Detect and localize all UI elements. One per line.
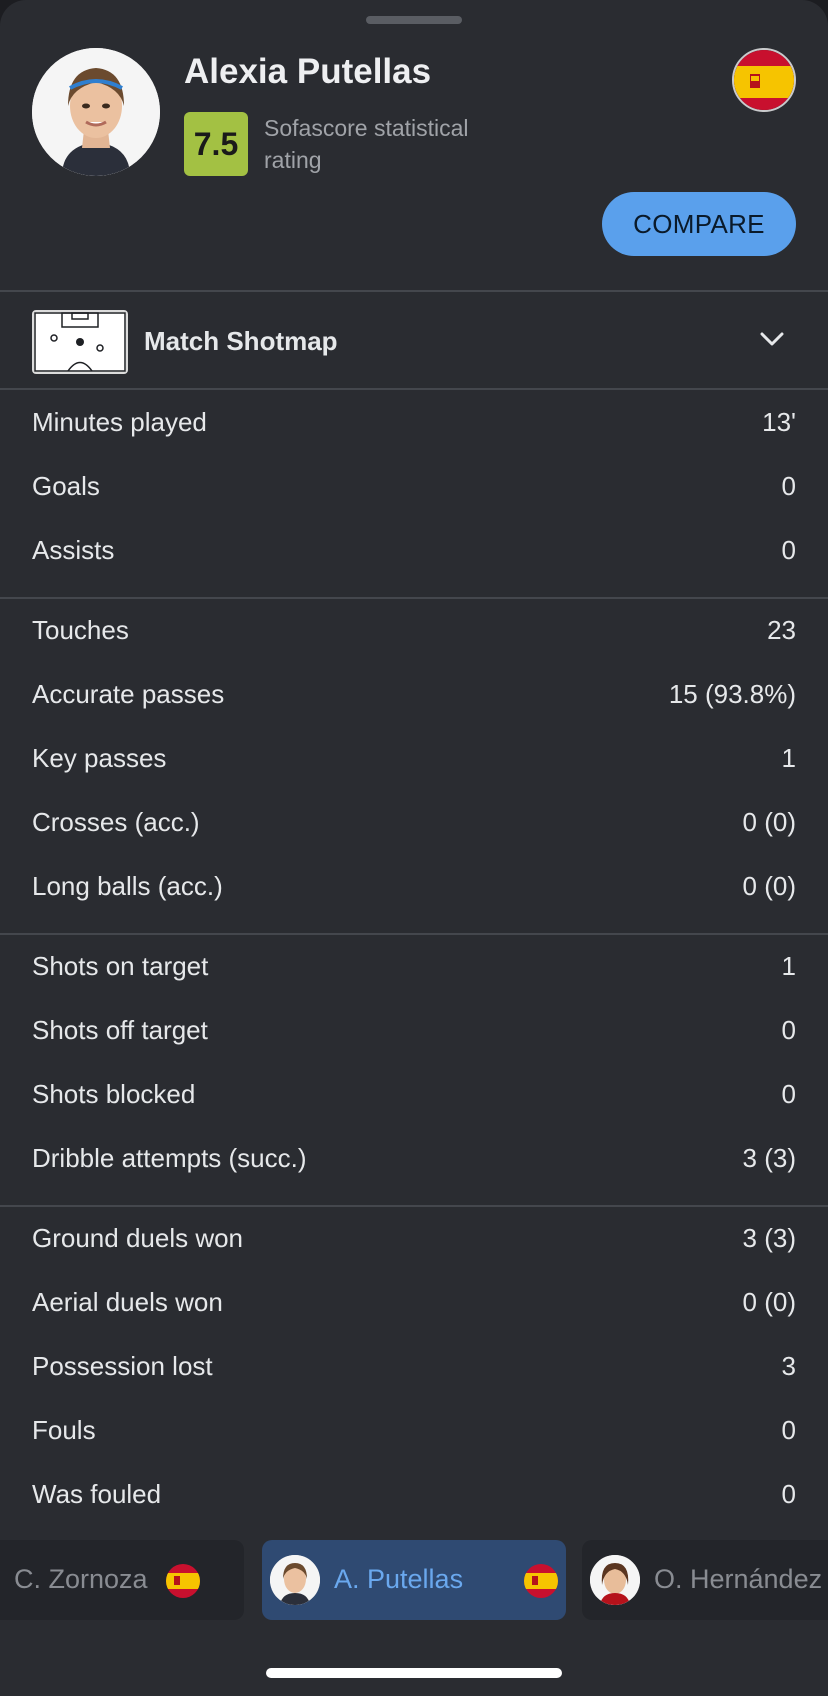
stat-row: Ground duels won 3 (3): [0, 1208, 828, 1272]
stat-value: 0 (0): [742, 807, 796, 837]
stat-row: Possession lost 3: [0, 1336, 828, 1400]
stat-label: Crosses (acc.): [32, 807, 200, 837]
divider: [0, 597, 828, 599]
stat-value: 0: [781, 471, 796, 501]
stat-row: Long balls (acc.) 0 (0): [0, 856, 828, 920]
stat-row: Assists 0: [0, 520, 828, 584]
stat-value: 3 (3): [742, 1223, 796, 1253]
shotmap-title: Match Shotmap: [144, 326, 338, 356]
spain-flag-icon: [166, 1564, 200, 1598]
stat-label: Fouls: [32, 1415, 96, 1445]
stat-row: Minutes played 13': [0, 392, 828, 456]
stat-value: 1: [781, 743, 796, 773]
stat-row: Was fouled 0: [0, 1464, 828, 1528]
stats-list-passing: Touches 23 Accurate passes 15 (93.8%) Ke…: [0, 600, 828, 920]
home-indicator[interactable]: [266, 1668, 562, 1678]
divider: [0, 1205, 828, 1207]
rating-badge: 7.5: [184, 112, 248, 176]
pitch-icon: [32, 310, 128, 374]
divider: [0, 388, 828, 390]
stat-value: 23: [767, 615, 796, 645]
stat-value: 0: [781, 535, 796, 565]
stats-list-duels: Ground duels won 3 (3) Aerial duels won …: [0, 1208, 828, 1528]
stat-value: 0 (0): [742, 871, 796, 901]
stats-list-attack: Shots on target 1 Shots off target 0 Sho…: [0, 936, 828, 1192]
stat-label: Long balls (acc.): [32, 871, 223, 901]
stat-label: Key passes: [32, 743, 167, 773]
stats-group-general: Minutes played 13' Goals 0 Assists 0: [0, 392, 828, 584]
stat-row: Aerial duels won 0 (0): [0, 1272, 828, 1336]
stat-value: 0: [781, 1079, 796, 1109]
rating-label: Sofascore statistical rating: [264, 115, 469, 173]
chevron-down-icon[interactable]: [756, 322, 788, 354]
stats-list: Minutes played 13' Goals 0 Assists 0: [0, 392, 828, 584]
stat-label: Minutes played: [32, 407, 207, 437]
stat-label: Possession lost: [32, 1351, 213, 1381]
player-stats-sheet: Alexia Putellas 7.5 Sofascore statistica…: [0, 0, 828, 1696]
shotmap-toggle[interactable]: Match Shotmap: [0, 292, 828, 388]
divider: [0, 933, 828, 935]
stat-row: Shots off target 0: [0, 1000, 828, 1064]
player-avatar: [590, 1555, 640, 1605]
player-avatar: [270, 1555, 320, 1605]
stat-label: Shots blocked: [32, 1079, 196, 1109]
stat-label: Was fouled: [32, 1479, 162, 1509]
stat-row: Dribble attempts (succ.) 3 (3): [0, 1128, 828, 1192]
stat-label: Ground duels won: [32, 1223, 244, 1253]
stat-value: 0: [781, 1015, 796, 1045]
spain-flag-icon: [524, 1564, 558, 1598]
stat-row: Shots blocked 0: [0, 1064, 828, 1128]
player-photo-icon: [32, 48, 160, 176]
stat-value: 3 (3): [742, 1143, 796, 1173]
player-chip-active[interactable]: A. Putellas: [262, 1540, 566, 1620]
stat-value: 13': [762, 407, 796, 437]
stat-row: Shots on target 1: [0, 936, 828, 1000]
stat-row: Crosses (acc.) 0 (0): [0, 792, 828, 856]
stat-label: Assists: [32, 535, 115, 565]
stat-row: Touches 23: [0, 600, 828, 664]
player-chip[interactable]: O. Hernández: [582, 1540, 828, 1620]
player-carousel[interactable]: C. Zornoza A. Putellas O. Hernández: [0, 1536, 828, 1622]
player-header: Alexia Putellas 7.5 Sofascore statistica…: [0, 0, 828, 290]
stat-row: Goals 0: [0, 456, 828, 520]
stat-label: Aerial duels won: [32, 1287, 223, 1317]
player-name: Alexia Putellas: [184, 52, 432, 91]
stat-row: Key passes 1: [0, 728, 828, 792]
stat-value: 0 (0): [742, 1287, 796, 1317]
stat-value: 1: [781, 951, 796, 981]
stat-value: 15 (93.8%): [668, 679, 796, 709]
stat-row: Fouls 0: [0, 1400, 828, 1464]
stat-label: Goals: [32, 471, 100, 501]
compare-button[interactable]: COMPARE: [602, 192, 796, 256]
stat-value: 3: [781, 1351, 796, 1381]
stat-label: Touches: [32, 615, 129, 645]
stat-value: 0: [781, 1479, 796, 1509]
player-chip-name: C. Zornoza: [14, 1564, 148, 1594]
stat-row: Accurate passes 15 (93.8%): [0, 664, 828, 728]
stat-label: Shots off target: [32, 1015, 208, 1045]
stat-label: Accurate passes: [32, 679, 225, 709]
stat-value: 0: [781, 1415, 796, 1445]
player-chip-name: A. Putellas: [334, 1564, 464, 1594]
player-avatar: [32, 48, 160, 176]
stat-label: Shots on target: [32, 951, 209, 981]
player-chip[interactable]: C. Zornoza: [0, 1540, 244, 1620]
stat-label: Dribble attempts (succ.): [32, 1143, 307, 1173]
player-chip-name: O. Hernández: [654, 1564, 823, 1594]
spain-flag-icon: [732, 48, 796, 112]
